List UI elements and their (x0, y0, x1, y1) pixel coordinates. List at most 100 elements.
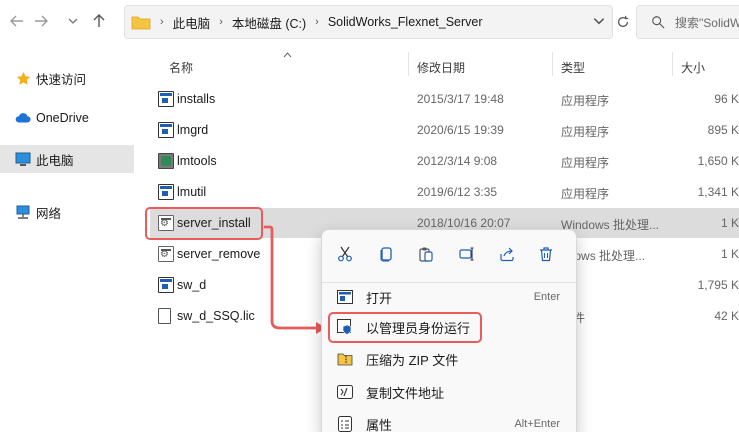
paste-button[interactable] (414, 242, 438, 266)
delete-button[interactable] (534, 242, 558, 266)
menu-item-label: 属性 (366, 417, 393, 432)
recent-dropdown[interactable] (62, 10, 84, 32)
file-icon (158, 277, 174, 293)
file-date: 2018/10/16 20:07 (417, 216, 511, 230)
column-divider[interactable] (672, 52, 673, 76)
sidebar-item-label: OneDrive (36, 111, 89, 125)
file-icon (158, 308, 171, 324)
sidebar-item-label: 此电脑 (36, 153, 74, 168)
file-icon (158, 184, 174, 200)
file-size: 42 K (714, 309, 739, 323)
column-divider[interactable] (552, 52, 553, 76)
column-header-type[interactable]: 类型 (561, 59, 585, 76)
share-icon (500, 247, 514, 262)
folder-icon (131, 16, 151, 30)
file-type: 应用程序 (561, 156, 610, 170)
breadcrumb-this-pc[interactable]: 此电脑 (173, 13, 211, 32)
network-icon (15, 204, 31, 220)
zip-icon (336, 350, 354, 368)
sidebar-item-onedrive[interactable]: OneDrive (0, 104, 134, 132)
file-date: 2020/6/15 19:39 (417, 123, 504, 137)
file-type: 应用程序 (561, 125, 610, 139)
cut-icon (338, 246, 352, 262)
file-icon (158, 246, 174, 262)
file-size: 1,650 K (697, 154, 739, 168)
arrow-left-icon (10, 15, 23, 27)
refresh-icon (618, 15, 629, 27)
file-date: 2019/6/12 3:35 (417, 185, 498, 199)
file-name: sw_d (177, 278, 207, 292)
file-row[interactable]: installs 2015/3/17 19:48 应用程序 96 K (150, 84, 739, 114)
search-input[interactable]: 搜索"SolidWorks_Flexnet_Server" (636, 5, 739, 39)
breadcrumb-drive-c[interactable]: 本地磁盘 (C:) (232, 13, 306, 32)
search-placeholder: 搜索"SolidWorks_Flexnet_Server" (675, 15, 739, 30)
file-size: 1 K (720, 216, 739, 230)
cut-button[interactable] (333, 242, 357, 266)
address-bar[interactable]: › 此电脑 › 本地磁盘 (C:) › SolidWorks_Flexnet_S… (124, 5, 613, 39)
copy-path-icon (336, 383, 354, 401)
column-header-size[interactable]: 大小 (681, 59, 705, 76)
file-size: 895 K (707, 123, 739, 137)
file-type: 应用程序 (561, 187, 610, 201)
file-type: 应用程序 (561, 94, 610, 108)
menu-item-shortcut: Alt+Enter (514, 418, 560, 430)
sidebar-item-this-pc[interactable]: 此电脑 (0, 145, 134, 173)
menu-item-label: 压缩为 ZIP 文件 (366, 352, 459, 368)
sidebar-item-label: 网络 (36, 206, 62, 221)
menu-item-shortcut: Enter (533, 291, 560, 303)
rename-button[interactable] (455, 242, 479, 266)
copy-button[interactable] (374, 242, 398, 266)
file-name: lmgrd (177, 123, 209, 137)
refresh-button[interactable] (612, 11, 634, 33)
file-row[interactable]: lmtools 2012/3/14 9:08 应用程序 1,650 K (150, 146, 739, 176)
breadcrumb-separator: › (219, 16, 223, 28)
menu-item-compress-zip[interactable]: 压缩为 ZIP 文件 (328, 344, 572, 374)
file-date: 2012/3/14 9:08 (417, 154, 498, 168)
file-row[interactable]: lmutil 2019/6/12 3:35 应用程序 1,341 K (150, 177, 739, 207)
file-name: lmutil (177, 185, 207, 199)
column-divider[interactable] (408, 52, 409, 76)
file-size: 1,795 K (697, 278, 739, 292)
menu-item-copy-path[interactable]: 复制文件地址 (328, 377, 572, 407)
menu-item-properties[interactable]: 属性 Alt+Enter (328, 409, 572, 432)
sort-ascending-icon (283, 52, 292, 58)
open-icon (336, 288, 354, 306)
chevron-down-icon[interactable] (592, 14, 606, 28)
search-icon (652, 16, 665, 29)
up-button[interactable] (88, 10, 110, 32)
column-header-date[interactable]: 修改日期 (417, 59, 465, 76)
star-icon (15, 70, 31, 86)
paste-icon (419, 247, 433, 262)
file-size: 1,341 K (697, 185, 739, 199)
file-name: server_remove (177, 247, 261, 261)
highlight-box (145, 207, 263, 240)
highlight-box (328, 312, 482, 343)
file-name: sw_d_SSQ.lic (177, 309, 255, 323)
breadcrumb-separator: › (160, 16, 164, 28)
file-row[interactable]: lmgrd 2020/6/15 19:39 应用程序 895 K (150, 115, 739, 145)
back-button[interactable] (6, 10, 28, 32)
sidebar-item-quick-access[interactable]: 快速访问 (0, 64, 134, 92)
menu-item-open[interactable]: 打开 Enter (328, 282, 572, 312)
file-date: 2015/3/17 19:48 (417, 92, 504, 106)
delete-icon (540, 247, 552, 262)
file-icon (158, 91, 174, 107)
arrow-up-icon (93, 14, 105, 27)
share-button[interactable] (495, 242, 519, 266)
explorer-window: › 此电脑 › 本地磁盘 (C:) › SolidWorks_Flexnet_S… (0, 0, 739, 432)
sidebar-item-label: 快速访问 (36, 72, 87, 87)
cloud-icon (15, 110, 31, 126)
breadcrumb-current-folder[interactable]: SolidWorks_Flexnet_Server (328, 15, 483, 29)
sidebar-item-network[interactable]: 网络 (0, 198, 134, 226)
file-icon (158, 153, 174, 169)
arrow-right-icon (35, 15, 48, 27)
rename-icon (459, 247, 474, 261)
copy-icon (380, 247, 392, 262)
properties-icon (336, 415, 354, 432)
file-type: Windows 批处理... (561, 218, 660, 232)
forward-button[interactable] (30, 10, 52, 32)
menu-item-label: 复制文件地址 (366, 385, 445, 401)
computer-icon (15, 151, 31, 167)
chevron-down-icon (68, 18, 78, 24)
column-header-name[interactable]: 名称 (169, 59, 193, 76)
